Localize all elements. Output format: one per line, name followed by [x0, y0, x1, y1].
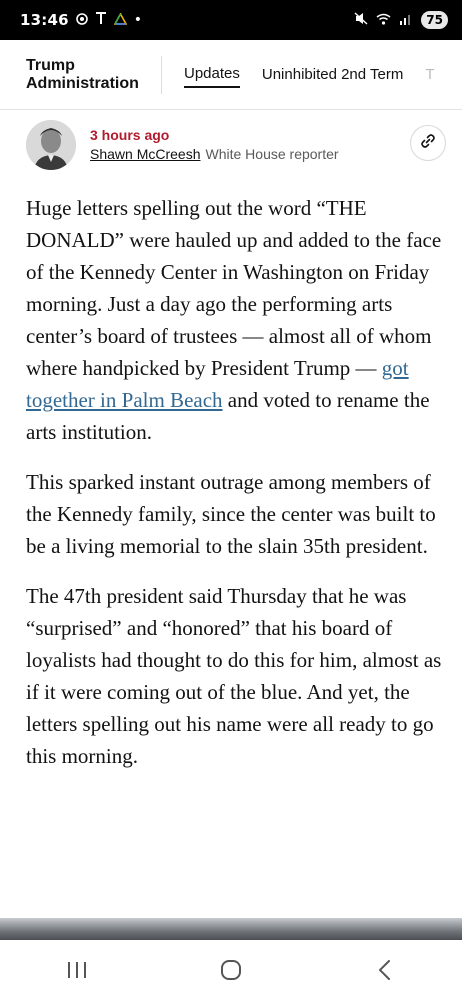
recents-icon[interactable]	[57, 950, 97, 990]
tab-updates[interactable]: Updates	[184, 61, 240, 88]
tab-uninhibited-2nd-term[interactable]: Uninhibited 2nd Term	[262, 62, 403, 87]
link-icon	[419, 132, 437, 155]
tab-next-partial[interactable]: T	[425, 62, 434, 87]
target-icon	[75, 12, 88, 28]
article-paragraph-2: This sparked instant outrage among membe…	[26, 470, 436, 558]
article-paragraph-3: The 47th president said Thursday that he…	[26, 584, 442, 768]
status-time: 13:46	[20, 11, 69, 29]
author-row: Shawn McCreesh White House reporter	[90, 144, 339, 164]
share-link-button[interactable]	[410, 125, 446, 161]
signal-icon	[399, 13, 413, 28]
home-icon[interactable]	[211, 950, 251, 990]
antenna-icon	[95, 12, 107, 28]
section-nav: Trump Administration Updates Uninhibited…	[0, 40, 462, 110]
author-avatar[interactable]	[26, 120, 76, 170]
section-title-line1: Trump	[26, 56, 75, 74]
tab-list: Updates Uninhibited 2nd Term T	[162, 61, 435, 88]
system-nav-bar	[0, 940, 462, 1000]
article-body: Huge letters spelling out the word “THE …	[26, 192, 446, 790]
timestamp: 3 hours ago	[90, 127, 170, 143]
author-role: White House reporter	[205, 146, 339, 162]
back-icon[interactable]	[365, 950, 405, 990]
status-bar: 13:46 • 75	[0, 0, 462, 40]
byline: 3 hours ago Shawn McCreesh White House re…	[26, 118, 446, 172]
battery-icon: 75	[421, 11, 448, 29]
mute-icon	[354, 12, 368, 28]
drive-icon	[113, 11, 128, 28]
author-link[interactable]: Shawn McCreesh	[90, 146, 201, 162]
byline-text: 3 hours ago Shawn McCreesh White House re…	[90, 126, 339, 164]
paragraph-1-text-start: Huge letters spelling out the word “THE …	[26, 196, 442, 380]
section-title-line2: Administration	[26, 74, 139, 92]
status-left: 13:46 •	[20, 11, 142, 29]
article-image-partial	[0, 918, 462, 940]
status-right: 75	[354, 11, 448, 29]
notification-dot: •	[133, 12, 143, 28]
article-paragraph-1: Huge letters spelling out the word “THE …	[26, 192, 446, 448]
wifi-icon	[376, 13, 391, 28]
section-title[interactable]: Trump Administration	[0, 55, 162, 94]
